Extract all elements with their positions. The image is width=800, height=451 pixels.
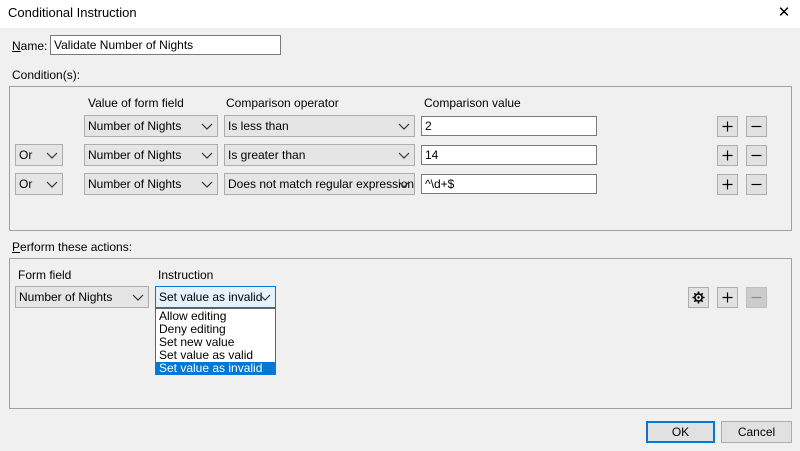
condition-1-add-button[interactable] (717, 116, 738, 137)
plus-icon (722, 150, 733, 161)
header-instruction: Instruction (158, 268, 214, 282)
condition-2-operator-select[interactable]: Is greater than (224, 144, 415, 166)
chevron-down-icon (201, 181, 213, 188)
action-instruction-value: Set value as invalid (159, 290, 263, 304)
action-add-button[interactable] (717, 287, 738, 308)
chevron-down-icon (46, 181, 58, 188)
chevron-down-icon (46, 152, 58, 159)
gear-icon (692, 291, 705, 304)
minus-icon (751, 183, 762, 186)
condition-2-value-input[interactable]: 14 (421, 145, 597, 165)
condition-1-remove-button[interactable] (746, 116, 767, 137)
condition-2-join-value: Or (19, 148, 33, 162)
condition-2-add-button[interactable] (717, 145, 738, 166)
condition-1-value-input[interactable]: 2 (421, 116, 597, 136)
minus-icon (751, 296, 762, 299)
condition-3-field-value: Number of Nights (88, 177, 182, 191)
instruction-dropdown-list: Allow editing Deny editing Set new value… (155, 308, 276, 375)
plus-icon (722, 179, 733, 190)
condition-2-remove-button[interactable] (746, 145, 767, 166)
minus-icon (751, 154, 762, 157)
chevron-down-icon (132, 294, 144, 301)
condition-3-value-input[interactable]: ^\d+$ (421, 174, 597, 194)
condition-3-add-button[interactable] (717, 174, 738, 195)
chevron-down-icon (201, 152, 213, 159)
window-title: Conditional Instruction (8, 5, 137, 20)
action-instruction-select[interactable]: Set value as invalid (155, 286, 276, 308)
name-input[interactable]: Validate Number of Nights (50, 35, 281, 55)
condition-3-remove-button[interactable] (746, 174, 767, 195)
ok-button[interactable]: OK (646, 421, 715, 443)
condition-3-field-select[interactable]: Number of Nights (84, 173, 218, 195)
name-label: Name: (12, 39, 48, 53)
condition-2-field-value: Number of Nights (88, 148, 182, 162)
chevron-down-icon (398, 123, 410, 130)
condition-3-join-value: Or (19, 177, 33, 191)
plus-icon (722, 292, 733, 303)
actions-panel (9, 258, 792, 409)
actions-label: Perform these actions: (12, 240, 133, 254)
condition-1-operator-value: Is less than (228, 119, 289, 133)
action-remove-button[interactable] (746, 287, 767, 308)
minus-icon (751, 125, 762, 128)
action-field-value: Number of Nights (19, 290, 113, 304)
chevron-down-icon (398, 152, 410, 159)
condition-3-operator-value: Does not match regular expression (228, 177, 415, 191)
header-value-of-form-field: Value of form field (88, 96, 184, 110)
condition-2-operator-value: Is greater than (228, 148, 306, 162)
condition-2-join-select[interactable]: Or (15, 144, 63, 166)
dropdown-option-set-value-as-invalid[interactable]: Set value as invalid (156, 362, 275, 375)
header-form-field: Form field (18, 268, 72, 282)
condition-3-join-select[interactable]: Or (15, 173, 63, 195)
close-button[interactable]: ✕ (772, 2, 796, 24)
condition-1-field-select[interactable]: Number of Nights (84, 115, 218, 137)
condition-1-operator-select[interactable]: Is less than (224, 115, 415, 137)
condition-3-operator-select[interactable]: Does not match regular expression (224, 173, 415, 195)
plus-icon (722, 121, 733, 132)
header-comparison-operator: Comparison operator (226, 96, 339, 110)
chevron-down-icon (398, 181, 410, 188)
action-field-select[interactable]: Number of Nights (15, 286, 149, 308)
action-settings-button[interactable] (688, 287, 709, 308)
conditions-label: Condition(s): (12, 68, 81, 82)
cancel-button[interactable]: Cancel (721, 421, 792, 443)
condition-1-field-value: Number of Nights (88, 119, 182, 133)
chevron-down-icon (201, 123, 213, 130)
chevron-down-icon (259, 294, 271, 301)
condition-2-field-select[interactable]: Number of Nights (84, 144, 218, 166)
header-comparison-value: Comparison value (424, 96, 521, 110)
